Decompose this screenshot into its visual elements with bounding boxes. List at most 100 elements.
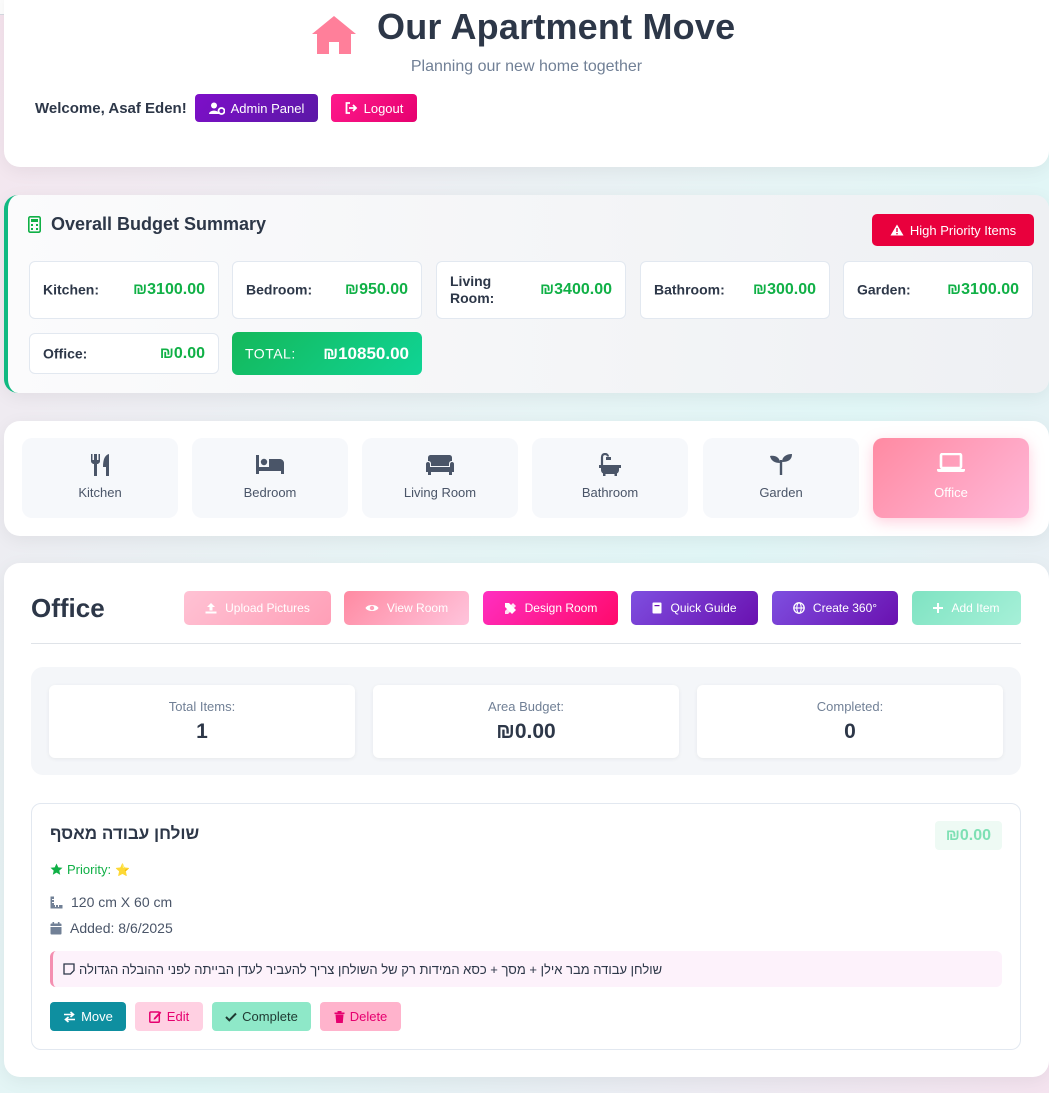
divider <box>31 643 1021 644</box>
item-priority: Priority: ⭐ <box>50 862 130 877</box>
tab-label: Living Room <box>403 485 477 500</box>
stat-label: Total Items: <box>168 699 236 714</box>
budget-value: ₪950.00 <box>344 281 408 298</box>
add-item-label: Add Item <box>951 601 1000 615</box>
budget-title-text: Overall Budget Summary <box>51 214 267 234</box>
header-card: Our Apartment Move Planning our new home… <box>4 0 1049 167</box>
note-text: שולחן עבודה מבר אילן + מסך + כסא המידות … <box>79 961 663 977</box>
upload-pictures-button[interactable]: Upload Pictures <box>184 591 331 625</box>
stat-label: Area Budget: <box>488 699 564 714</box>
warning-icon <box>890 224 904 236</box>
budget-value: ₪300.00 <box>752 281 816 298</box>
high-priority-label: High Priority Items <box>909 222 1017 238</box>
design-room-label: Design Room <box>524 601 598 615</box>
stat-value: 1 <box>196 720 208 743</box>
stat-label: Completed: <box>816 699 884 714</box>
design-room-button[interactable]: Design Room <box>483 591 618 625</box>
users-cog-icon <box>208 102 225 115</box>
budget-total-label: TOTAL: <box>245 345 296 361</box>
admin-panel-label: Admin Panel <box>230 100 305 116</box>
page-subtitle: Planning our new home together <box>410 58 643 75</box>
create-360-button[interactable]: Create 360° <box>772 591 898 625</box>
budget-garden: Garden: ₪3100.00 <box>843 261 1033 319</box>
item-note: שולחן עבודה מבר אילן + מסך + כסא המידות … <box>50 951 1002 987</box>
upload-icon <box>205 603 217 614</box>
added-text: Added: 8/6/2025 <box>70 920 173 936</box>
create-360-label: Create 360° <box>812 601 878 615</box>
delete-label: Delete <box>349 1009 388 1024</box>
tab-label: Kitchen <box>78 485 122 500</box>
stat-completed: Completed: 0 <box>697 685 1003 758</box>
budget-label: Bathroom: <box>654 281 725 298</box>
budget-summary: Overall Budget Summary High Priority Ite… <box>4 195 1049 393</box>
tab-bedroom[interactable]: Bedroom <box>192 438 348 518</box>
tab-garden[interactable]: Garden <box>703 438 859 518</box>
budget-label: Bedroom: <box>246 281 313 298</box>
welcome-text: Welcome, Asaf Eden! <box>35 100 187 117</box>
eye-icon <box>365 605 379 611</box>
quick-guide-button[interactable]: Quick Guide <box>631 591 758 625</box>
edit-button[interactable]: Edit <box>135 1002 203 1031</box>
page-title: Our Apartment Move <box>377 6 736 47</box>
budget-label: Office: <box>43 345 88 361</box>
budget-bathroom: Bathroom: ₪300.00 <box>640 261 830 319</box>
admin-panel-button[interactable]: Admin Panel <box>195 94 318 122</box>
stat-value: 0 <box>844 720 856 743</box>
tab-label: Garden <box>759 485 803 500</box>
budget-value: ₪3100.00 <box>133 281 205 298</box>
priority-stars: ⭐ <box>115 862 131 877</box>
budget-label: Garden: <box>857 281 911 298</box>
area-section: Office Upload Pictures View Room Design … <box>4 563 1049 1077</box>
view-room-button[interactable]: View Room <box>344 591 469 625</box>
exchange-icon <box>64 1010 76 1023</box>
sticky-note-icon <box>63 963 75 975</box>
trash-icon <box>334 1010 345 1023</box>
laptop-icon <box>937 453 965 472</box>
complete-label: Complete <box>242 1009 298 1024</box>
tab-label: Bedroom <box>243 485 297 500</box>
calculator-icon <box>28 216 41 233</box>
tab-label: Office <box>934 485 968 500</box>
stat-value: ₪0.00 <box>496 720 556 743</box>
tab-kitchen[interactable]: Kitchen <box>22 438 178 518</box>
complete-button[interactable]: Complete <box>212 1002 311 1031</box>
home-icon <box>312 16 356 54</box>
area-tabs: Kitchen Bedroom Living Room Bathroom Gar… <box>4 421 1049 536</box>
high-priority-button[interactable]: High Priority Items <box>872 214 1034 246</box>
stat-total-items: Total Items: 1 <box>49 685 355 758</box>
bath-icon <box>599 453 621 476</box>
item-card: שולחן עבודה מאסף ₪0.00 Priority: ⭐ 120 c… <box>31 803 1021 1050</box>
budget-title: Overall Budget Summary <box>28 214 266 235</box>
edit-icon <box>148 1011 162 1023</box>
area-stats: Total Items: 1 Area Budget: ₪0.00 Comple… <box>31 667 1021 775</box>
logout-button[interactable]: Logout <box>331 94 417 122</box>
logout-label: Logout <box>363 100 404 116</box>
delete-button[interactable]: Delete <box>320 1002 401 1031</box>
upload-pictures-label: Upload Pictures <box>225 601 310 615</box>
sign-out-icon <box>345 102 357 114</box>
budget-bedroom: Bedroom: ₪950.00 <box>232 261 422 319</box>
design-tools-icon <box>504 602 516 614</box>
utensils-icon <box>91 454 109 476</box>
tab-office[interactable]: Office <box>873 438 1029 518</box>
area-title: Office <box>31 593 105 623</box>
tab-label: Bathroom <box>581 485 639 500</box>
move-button[interactable]: Move <box>50 1002 126 1031</box>
item-price: ₪0.00 <box>934 821 1002 850</box>
budget-kitchen: Kitchen: ₪3100.00 <box>29 261 219 319</box>
budget-label: Living Room: <box>450 273 495 306</box>
tab-living-room[interactable]: Living Room <box>362 438 518 518</box>
dimensions-text: 120 cm X 60 cm <box>71 894 173 910</box>
view-room-label: View Room <box>386 601 449 615</box>
plus-icon <box>933 603 944 613</box>
tab-bathroom[interactable]: Bathroom <box>532 438 688 518</box>
add-item-button[interactable]: Add Item <box>912 591 1021 625</box>
globe-icon <box>793 602 805 614</box>
stat-area-budget: Area Budget: ₪0.00 <box>373 685 679 758</box>
star-icon <box>50 863 63 875</box>
item-dimensions: 120 cm X 60 cm <box>50 894 172 910</box>
budget-living-room: Living Room: ₪3400.00 <box>436 261 626 319</box>
budget-value: ₪3400.00 <box>540 281 612 298</box>
item-name: שולחן עבודה מאסף <box>50 824 200 843</box>
budget-label: Kitchen: <box>43 281 99 298</box>
